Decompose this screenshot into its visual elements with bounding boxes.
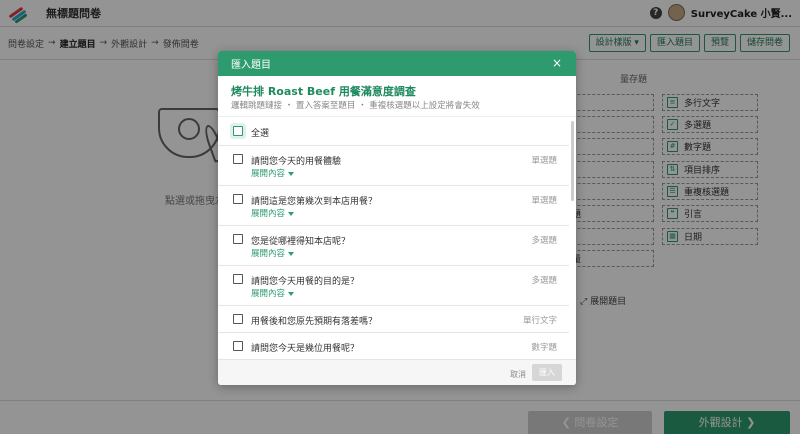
question-row[interactable]: 請問您今天是幾位用餐呢？ 數字題 xyxy=(218,333,569,359)
question-row[interactable]: 用餐後和您原先預期有落差嗎？ 單行文字 xyxy=(218,306,569,333)
question-text: 用餐後和您原先預期有落差嗎？ xyxy=(251,317,378,327)
dialog-footer: 取消 匯入 xyxy=(218,359,576,385)
source-survey-title: 烤牛排 Roast Beef 用餐滿意度調查 xyxy=(231,85,416,98)
question-type-label: 多選題 xyxy=(531,236,557,246)
question-list[interactable]: 全選 請問您今天的用餐體驗 單選題 展開內容 請問這是您第幾次到本店用餐？ 單選… xyxy=(218,116,576,359)
question-text: 請問您今天是幾位用餐呢？ xyxy=(251,344,360,354)
question-text: 請問這是您第幾次到本店用餐？ xyxy=(251,197,378,207)
question-text: 您是從哪裡得知本店呢？ xyxy=(251,237,351,247)
dialog-title: 匯入題目 xyxy=(231,60,271,71)
question-checkbox[interactable] xyxy=(233,194,243,204)
question-text: 請問您今天的用餐體驗 xyxy=(251,157,342,167)
dialog-header: 匯入題目 × xyxy=(218,51,576,76)
question-row[interactable]: 請問您今天用餐的目的是？ 多選題 展開內容 xyxy=(218,266,569,306)
expand-content-link[interactable]: 展開內容 xyxy=(251,167,295,179)
question-type-label: 數字題 xyxy=(531,343,557,353)
question-text: 請問您今天用餐的目的是？ xyxy=(251,277,360,287)
caret-down-icon xyxy=(288,291,295,296)
select-all-checkbox[interactable] xyxy=(233,126,243,136)
question-type-label: 單選題 xyxy=(531,196,557,206)
cancel-button[interactable]: 取消 xyxy=(510,369,526,380)
question-type-label: 單選題 xyxy=(531,156,557,166)
question-checkbox[interactable] xyxy=(233,234,243,244)
select-all-label: 全選 xyxy=(251,129,270,139)
question-checkbox[interactable] xyxy=(233,341,243,351)
caret-down-icon xyxy=(288,171,295,176)
caret-down-icon xyxy=(288,251,295,256)
expand-content-link[interactable]: 展開內容 xyxy=(251,247,295,259)
import-button[interactable]: 匯入 xyxy=(532,364,562,381)
question-checkbox[interactable] xyxy=(233,274,243,284)
list-scrollbar[interactable] xyxy=(571,121,574,201)
question-type-label: 多選題 xyxy=(531,276,557,286)
expand-content-link[interactable]: 展開內容 xyxy=(251,287,295,299)
question-row[interactable]: 您是從哪裡得知本店呢？ 多選題 展開內容 xyxy=(218,226,569,266)
question-row[interactable]: 請問這是您第幾次到本店用餐？ 單選題 展開內容 xyxy=(218,186,569,226)
caret-down-icon xyxy=(288,211,295,216)
source-survey-note: 邏輯跳題鏈接 ・ 置入答案至題目 ・ 重複核選題以上設定將會失效 xyxy=(231,101,480,111)
import-questions-dialog: 匯入題目 × 烤牛排 Roast Beef 用餐滿意度調查 邏輯跳題鏈接 ・ 置… xyxy=(218,51,576,385)
question-type-label: 單行文字 xyxy=(522,316,557,326)
question-checkbox[interactable] xyxy=(233,314,243,324)
close-icon[interactable]: × xyxy=(552,56,562,70)
select-all-row[interactable]: 全選 xyxy=(218,117,569,146)
question-row[interactable]: 請問您今天的用餐體驗 單選題 展開內容 xyxy=(218,146,569,186)
expand-content-link[interactable]: 展開內容 xyxy=(251,207,295,219)
question-checkbox[interactable] xyxy=(233,154,243,164)
